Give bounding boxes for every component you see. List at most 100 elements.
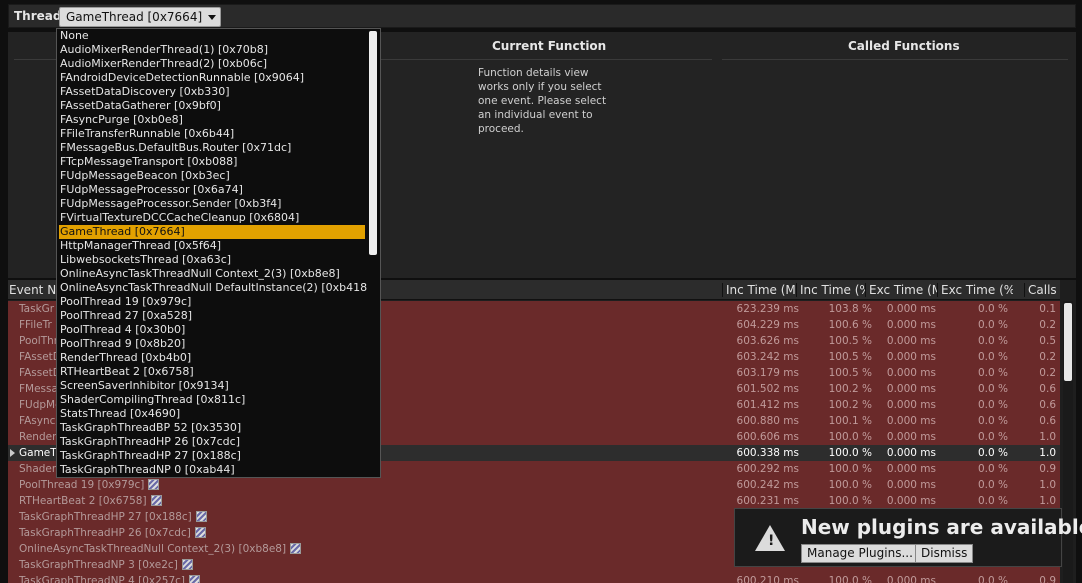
manage-plugins-button[interactable]: Manage Plugins... (801, 544, 919, 563)
cell-exc-pct: 0.0 % (977, 335, 1008, 347)
event-name-text: TaskGraphThreadNP 3 [0xe2c] (19, 559, 178, 571)
thread-option[interactable]: FFileTransferRunnable [0x6b44] (59, 127, 365, 141)
thread-option[interactable]: OnlineAsyncTaskThreadNull Context_2(3) [… (59, 267, 365, 281)
plugins-notification: ! New plugins are available Manage Plugi… (734, 508, 1082, 567)
thread-option[interactable]: RenderThread [0xb4b0] (59, 351, 365, 365)
thread-option[interactable]: PoolThread 9 [0x8b20] (59, 337, 365, 351)
cell-exc-ms: 0.000 ms (886, 575, 936, 583)
cell-inc-pct: 100.0 % (828, 495, 872, 507)
thread-option[interactable]: PoolThread 27 [0xa528] (59, 309, 365, 323)
thread-option[interactable]: FAssetDataDiscovery [0xb330] (59, 85, 365, 99)
thread-option[interactable]: GameThread [0x7664] (59, 225, 365, 239)
function-details-message: Function details view works only if you … (478, 67, 607, 135)
cell-exc-ms: 0.000 ms (886, 351, 936, 363)
cell-calls: 0.2 (1039, 319, 1056, 331)
cell-inc-ms: 603.626 ms (736, 335, 799, 347)
thread-option[interactable]: PoolThread 19 [0x979c] (59, 295, 365, 309)
event-name: FAssetD (19, 351, 61, 363)
expand-arrow-icon[interactable] (10, 449, 15, 457)
cell-exc-pct: 0.0 % (977, 399, 1008, 411)
thread-option[interactable]: TaskGraphThreadNP 0 [0xab44] (59, 463, 365, 477)
cell-exc-pct: 0.0 % (977, 431, 1008, 443)
dropdown-scrollbar[interactable] (368, 31, 378, 475)
cell-inc-ms: 603.179 ms (736, 367, 799, 379)
thread-combo-box[interactable]: GameThread [0x7664] (59, 7, 222, 27)
thread-option[interactable]: ShaderCompilingThread [0x811c] (59, 393, 365, 407)
event-name-text: FAssetD (19, 367, 61, 379)
thread-option[interactable]: FMessageBus.DefaultBus.Router [0x71dc] (59, 141, 365, 155)
cell-exc-pct: 0.0 % (977, 495, 1008, 507)
event-name: TaskGraphThreadHP 27 [0x188c] (19, 511, 207, 523)
thread-option[interactable]: TaskGraphThreadHP 27 [0x188c] (59, 449, 365, 463)
cell-inc-ms: 600.242 ms (736, 479, 799, 491)
thread-option[interactable]: FAsyncPurge [0xb0e8] (59, 113, 365, 127)
header-inc-time-pct[interactable]: Inc Time (%) (796, 283, 865, 297)
cell-exc-ms: 0.000 ms (886, 431, 936, 443)
thread-option[interactable]: FAndroidDeviceDetectionRunnable [0x9064] (59, 71, 365, 85)
thread-combo-value: GameThread [0x7664] (66, 10, 203, 24)
table-row[interactable]: RTHeartBeat 2 [0x6758] 600.231 ms 100.0 % 0… (8, 493, 1060, 509)
cell-inc-ms: 601.502 ms (736, 383, 799, 395)
cell-exc-ms: 0.000 ms (886, 479, 936, 491)
event-name: OnlineAsyncTaskThreadNull Context_2(3) [… (19, 543, 302, 555)
cell-exc-ms: 0.000 ms (886, 335, 936, 347)
cell-inc-ms: 600.606 ms (736, 431, 799, 443)
thread-option[interactable]: PoolThread 4 [0x30b0] (59, 323, 365, 337)
header-exc-time-pct[interactable]: Exc Time (%) (937, 283, 1013, 297)
cell-calls: 1.0 (1039, 479, 1056, 491)
thread-option[interactable]: StatsThread [0x4690] (59, 407, 365, 421)
table-row[interactable]: PoolThread 19 [0x979c] 600.242 ms 100.0 % 0… (8, 477, 1060, 493)
thread-option[interactable]: AudioMixerRenderThread(1) [0x70b8] (59, 43, 365, 57)
dismiss-button[interactable]: Dismiss (915, 544, 974, 563)
thread-option[interactable]: FVirtualTextureDCCCacheCleanup [0x6804] (59, 211, 365, 225)
cell-exc-ms: 0.000 ms (886, 447, 936, 459)
thread-option[interactable]: TaskGraphThreadBP 52 [0x3530] (59, 421, 365, 435)
header-inc-time-ms[interactable]: Inc Time (MS (722, 283, 795, 297)
cell-inc-pct: 100.5 % (828, 351, 872, 363)
cell-exc-pct: 0.0 % (977, 447, 1008, 459)
thread-stripe-icon (150, 495, 162, 506)
header-exc-time-ms[interactable]: Exc Time (MS (865, 283, 937, 297)
table-scrollbar[interactable] (1063, 301, 1073, 583)
thread-option[interactable]: ScreenSaverInhibitor [0x9134] (59, 379, 365, 393)
thread-option[interactable]: TaskGraphThreadHP 26 [0x7cdc] (59, 435, 365, 449)
cell-inc-pct: 100.2 % (828, 399, 872, 411)
cell-inc-pct: 100.6 % (828, 319, 872, 331)
cell-inc-pct: 100.0 % (828, 431, 872, 443)
thread-stripe-icon (189, 575, 201, 583)
thread-option[interactable]: AudioMixerRenderThread(2) [0xb06c] (59, 57, 365, 71)
event-name: FAssetD (19, 367, 61, 379)
cell-inc-ms: 623.239 ms (736, 303, 799, 315)
event-name: PoolThr (19, 335, 58, 347)
event-name: FAsync (19, 415, 55, 427)
table-scrollbar-thumb[interactable] (1064, 303, 1072, 381)
thread-option[interactable]: RTHeartBeat 2 [0x6758] (59, 365, 365, 379)
thread-option[interactable]: FTcpMessageTransport [0xb088] (59, 155, 365, 169)
thread-option[interactable]: FUdpMessageBeacon [0xb3ec] (59, 169, 365, 183)
cell-inc-pct: 100.0 % (828, 447, 872, 459)
cell-calls: 0.2 (1039, 351, 1056, 363)
cell-inc-pct: 100.1 % (828, 415, 872, 427)
thread-option[interactable]: FUdpMessageProcessor [0x6a74] (59, 183, 365, 197)
thread-option[interactable]: LibwebsocketsThread [0xa63c] (59, 253, 365, 267)
table-row[interactable]: TaskGraphThreadNP 4 [0x257c] 600.210 ms 10… (8, 573, 1060, 583)
event-name: TaskGraphThreadHP 26 [0x7cdc] (19, 527, 206, 539)
thread-option[interactable]: FAssetDataGatherer [0x9bf0] (59, 99, 365, 113)
event-name: FMessa (19, 383, 58, 395)
notification-title: New plugins are available (801, 515, 1082, 539)
thread-option[interactable]: FUdpMessageProcessor.Sender [0xb3f4] (59, 197, 365, 211)
cell-inc-ms: 600.292 ms (736, 463, 799, 475)
event-name: TaskGraphThreadNP 4 [0x257c] (19, 575, 201, 583)
header-calls[interactable]: Calls (1024, 283, 1060, 297)
thread-option[interactable]: OnlineAsyncTaskThreadNull DefaultInstanc… (59, 281, 371, 295)
thread-option[interactable]: None (59, 29, 365, 43)
cell-exc-pct: 0.0 % (977, 575, 1008, 583)
event-name: TaskGraphThreadNP 3 [0xe2c] (19, 559, 193, 571)
cell-calls: 0.5 (1039, 335, 1056, 347)
cell-inc-ms: 600.880 ms (736, 415, 799, 427)
thread-option[interactable]: HttpManagerThread [0x5f64] (59, 239, 365, 253)
cell-exc-ms: 0.000 ms (886, 399, 936, 411)
cell-inc-pct: 100.5 % (828, 335, 872, 347)
column-divider (722, 59, 1068, 60)
dropdown-scrollbar-thumb[interactable] (369, 31, 377, 255)
